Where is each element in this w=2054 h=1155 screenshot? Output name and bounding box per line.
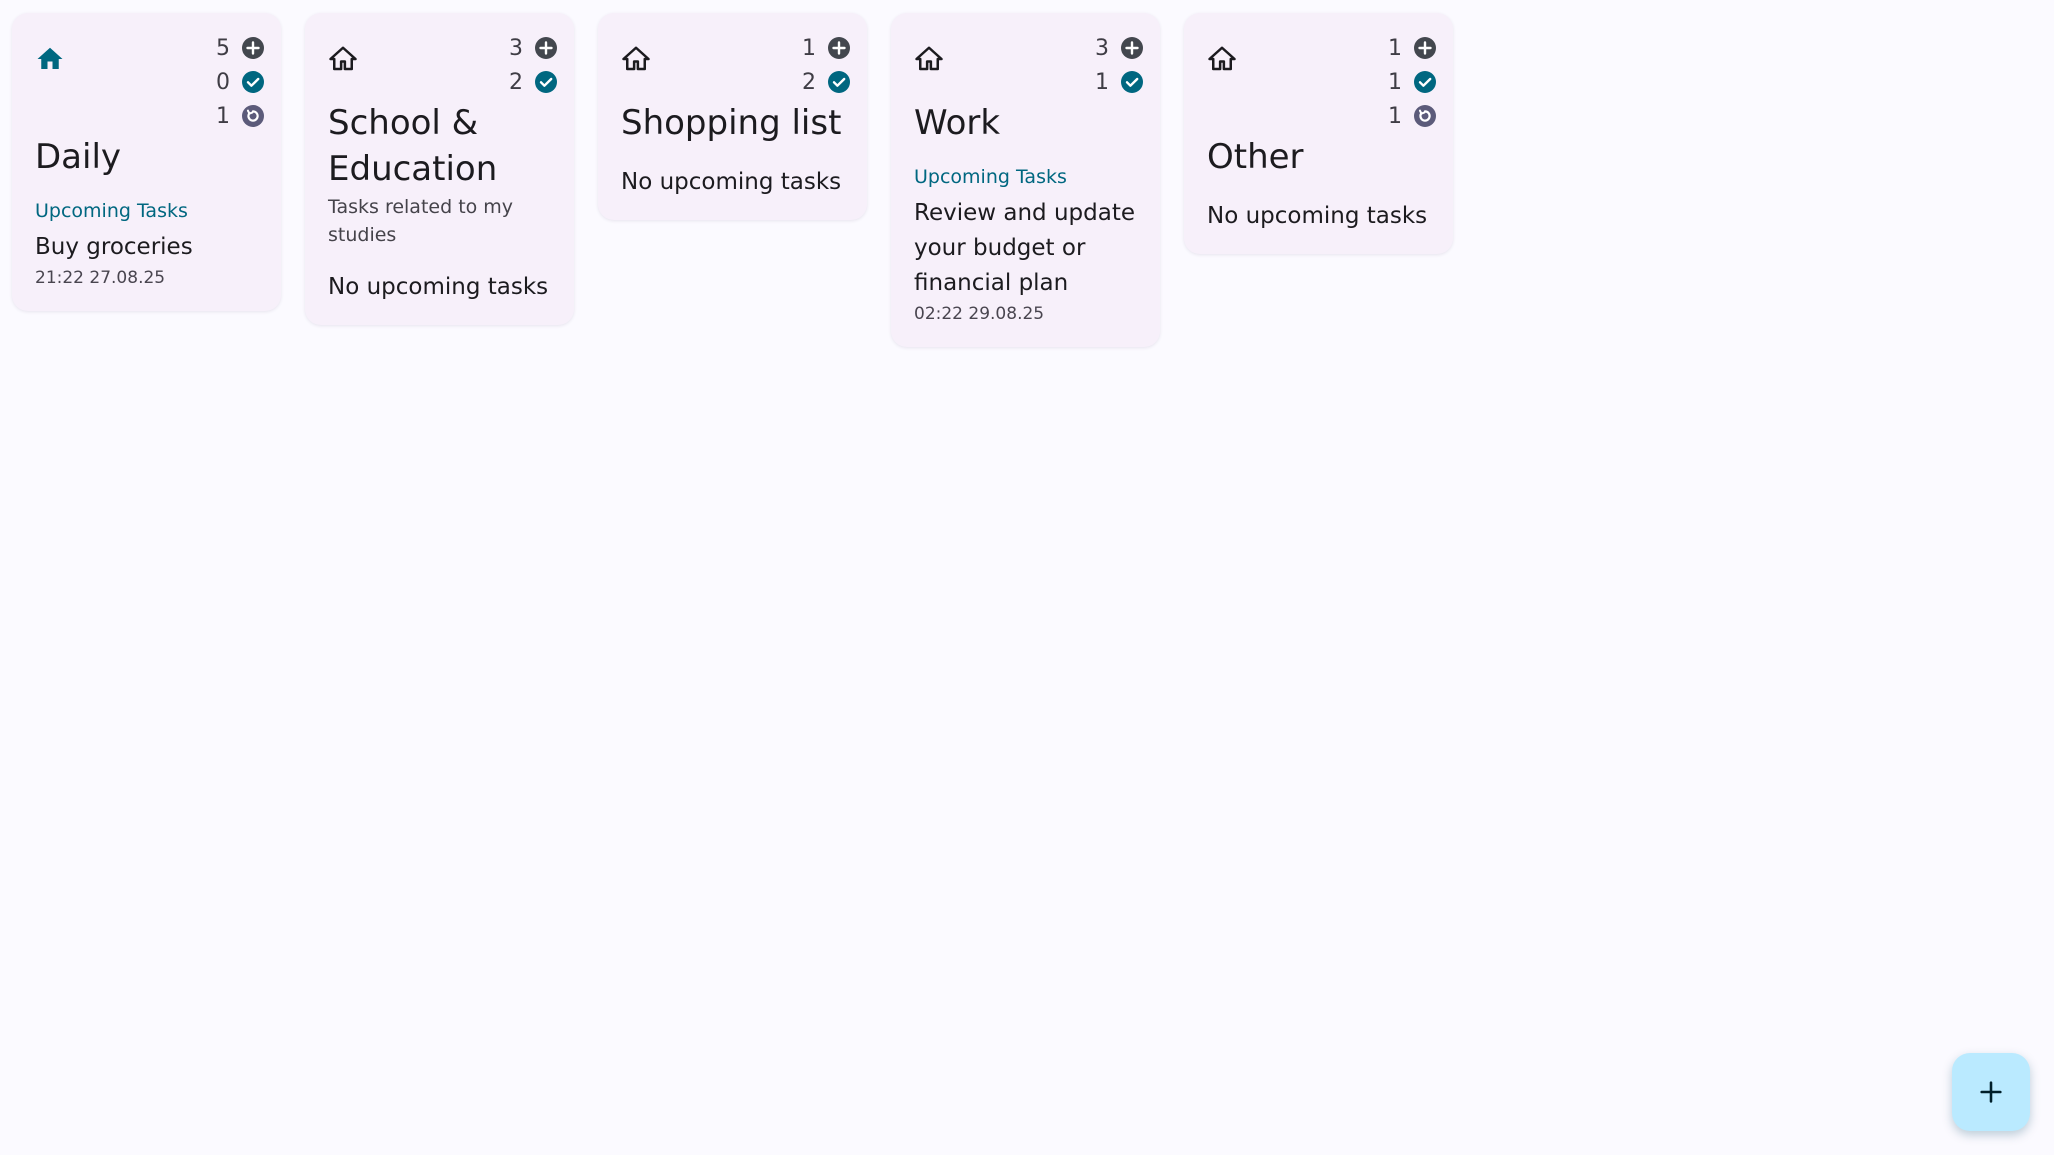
add-circle-icon [241, 36, 265, 60]
category-title: Work [914, 103, 1001, 143]
task-title: Buy groceries [35, 234, 193, 260]
open-count: 3 [1095, 35, 1109, 61]
restart-circle-icon [1413, 104, 1437, 128]
check-circle-icon [1120, 70, 1144, 94]
recurring-count: 1 [1388, 103, 1402, 129]
recurring-count-row: 1 [216, 99, 265, 133]
category-card-daily[interactable]: 5 0 1 Daily Upcoming Tasks Buy groceries… [12, 13, 281, 311]
home-outline-icon [328, 44, 358, 74]
open-count-row: 3 [509, 31, 558, 65]
task-due-time: 02:22 29.08.25 [914, 304, 1045, 324]
add-circle-icon [534, 36, 558, 60]
add-circle-icon [827, 36, 851, 60]
completed-count-row: 1 [1095, 65, 1144, 99]
category-description: Tasks related to my studies [328, 196, 514, 246]
completed-count-row: 2 [509, 65, 558, 99]
restart-circle-icon [241, 104, 265, 128]
open-count-row: 1 [1388, 31, 1437, 65]
category-card-shopping-list[interactable]: 1 2 Shopping list No upcoming tasks [598, 13, 867, 220]
open-count-row: 5 [216, 31, 265, 65]
completed-count: 2 [802, 69, 816, 95]
category-title: Shopping list [621, 103, 842, 143]
completed-count-row: 2 [802, 65, 851, 99]
plus-icon [1977, 1078, 2005, 1106]
category-title: Daily [35, 137, 122, 177]
home-outline-icon [914, 44, 944, 74]
home-outline-icon [1207, 44, 1237, 74]
card-header: 3 1 [914, 31, 1144, 99]
completed-count-row: 0 [216, 65, 265, 99]
completed-count: 0 [216, 69, 230, 95]
card-header: 5 0 1 [35, 31, 265, 133]
open-count: 1 [1388, 35, 1402, 61]
no-upcoming-tasks-text: No upcoming tasks [621, 169, 842, 195]
completed-count: 1 [1095, 69, 1109, 95]
open-count: 1 [802, 35, 816, 61]
home-outline-icon [621, 44, 651, 74]
check-circle-icon [827, 70, 851, 94]
open-count: 3 [509, 35, 523, 61]
check-circle-icon [241, 70, 265, 94]
open-count-row: 3 [1095, 31, 1144, 65]
open-count: 5 [216, 35, 230, 61]
category-title: Other [1207, 137, 1304, 177]
category-card-school-education[interactable]: 3 2 School & Education Tasks related to … [305, 13, 574, 325]
category-card-other[interactable]: 1 1 1 Other No upcoming tasks [1184, 13, 1453, 254]
task-counts: 1 2 [802, 31, 851, 99]
upcoming-tasks-label: Upcoming Tasks [35, 200, 188, 222]
add-circle-icon [1120, 36, 1144, 60]
no-upcoming-tasks-text: No upcoming tasks [328, 274, 549, 300]
check-circle-icon [534, 70, 558, 94]
home-filled-icon [35, 44, 65, 74]
recurring-count: 1 [216, 103, 230, 129]
task-due-time: 21:22 27.08.25 [35, 268, 166, 288]
card-header: 1 1 1 [1207, 31, 1437, 133]
no-upcoming-tasks-text: No upcoming tasks [1207, 203, 1428, 229]
completed-count-row: 1 [1388, 65, 1437, 99]
card-header: 1 2 [621, 31, 851, 99]
add-category-button[interactable] [1952, 1053, 2030, 1131]
category-title: School & Education [328, 103, 498, 189]
open-count-row: 1 [802, 31, 851, 65]
upcoming-tasks-label: Upcoming Tasks [914, 166, 1067, 188]
completed-count: 1 [1388, 69, 1402, 95]
category-card-work[interactable]: 3 1 Work Upcoming Tasks Review and updat… [891, 13, 1160, 347]
card-header: 3 2 [328, 31, 558, 99]
task-counts: 3 2 [509, 31, 558, 99]
task-title: Review and update your budget or financi… [914, 200, 1135, 296]
completed-count: 2 [509, 69, 523, 95]
category-board: 5 0 1 Daily Upcoming Tasks Buy groceries… [12, 13, 1453, 347]
add-circle-icon [1413, 36, 1437, 60]
upcoming-task-item[interactable]: Buy groceries 21:22 27.08.25 [35, 230, 265, 289]
task-counts: 1 1 1 [1388, 31, 1437, 133]
task-counts: 3 1 [1095, 31, 1144, 99]
check-circle-icon [1413, 70, 1437, 94]
upcoming-task-item[interactable]: Review and update your budget or financi… [914, 196, 1144, 325]
recurring-count-row: 1 [1388, 99, 1437, 133]
task-counts: 5 0 1 [216, 31, 265, 133]
